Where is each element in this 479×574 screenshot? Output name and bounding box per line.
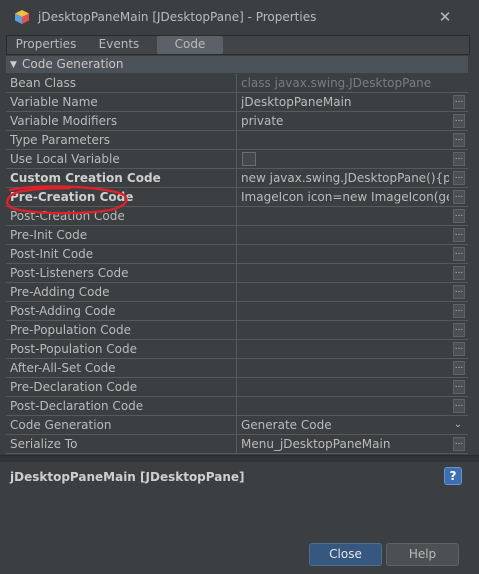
property-name: Bean Class <box>10 76 76 90</box>
column-separator <box>236 397 237 415</box>
column-separator <box>236 378 237 396</box>
property-row[interactable]: Serialize To Menu_jDesktopPaneMain... <box>6 435 468 454</box>
property-row[interactable]: Type Parameters... <box>6 131 468 150</box>
column-separator <box>236 74 237 92</box>
ellipsis-button[interactable]: ... <box>453 266 465 280</box>
property-row[interactable]: Code Generation Generate Code ⌄ <box>6 416 468 435</box>
property-row[interactable]: Use Local Variable... <box>6 150 468 169</box>
section-header-label: Code Generation <box>22 57 124 71</box>
description-title: jDesktopPaneMain [JDesktopPane] <box>10 470 245 484</box>
ellipsis-button[interactable]: ... <box>453 380 465 394</box>
title-bar: jDesktopPaneMain [JDesktopPane] - Proper… <box>0 0 479 34</box>
ellipsis-button[interactable]: ... <box>453 171 465 185</box>
property-value[interactable]: jDesktopPaneMain <box>241 93 449 111</box>
ellipsis-button[interactable]: ... <box>453 399 465 413</box>
property-row[interactable]: Post-Population Code... <box>6 340 468 359</box>
window-title: jDesktopPaneMain [JDesktopPane] - Proper… <box>38 10 317 24</box>
ellipsis-button[interactable]: ... <box>453 228 465 242</box>
ellipsis-button[interactable]: ... <box>453 304 465 318</box>
property-name: Variable Name <box>10 95 98 109</box>
property-value[interactable]: Generate Code <box>241 416 449 434</box>
property-row[interactable]: Post-Init Code... <box>6 245 468 264</box>
property-grid: Bean Class class javax.swing.JDesktopPane… <box>6 74 468 454</box>
property-row[interactable]: Pre-Population Code... <box>6 321 468 340</box>
ellipsis-button[interactable]: ... <box>453 209 465 223</box>
property-value[interactable]: Menu_jDesktopPaneMain <box>241 435 449 453</box>
help-icon[interactable]: ? <box>444 467 462 485</box>
property-name: Pre-Adding Code <box>10 285 110 299</box>
tab-bar: Properties Events Code <box>6 35 470 55</box>
ellipsis-button[interactable]: ... <box>453 152 465 166</box>
help-button[interactable]: Help <box>386 543 459 566</box>
property-name: Pre-Population Code <box>10 323 131 337</box>
property-row[interactable]: Post-Adding Code... <box>6 302 468 321</box>
property-row[interactable]: Variable Name jDesktopPaneMain... <box>6 93 468 112</box>
property-value: class javax.swing.JDesktopPane <box>241 76 432 90</box>
ellipsis-button[interactable]: ... <box>453 190 465 204</box>
property-name: After-All-Set Code <box>10 361 116 375</box>
property-name: Type Parameters <box>10 133 111 147</box>
ellipsis-button[interactable]: ... <box>453 247 465 261</box>
ellipsis-button[interactable]: ... <box>453 342 465 356</box>
property-value[interactable]: private <box>241 112 449 130</box>
close-button[interactable]: Close <box>309 543 382 566</box>
column-separator <box>236 435 237 453</box>
property-row[interactable]: Bean Class class javax.swing.JDesktopPane <box>6 74 468 93</box>
ellipsis-button[interactable]: ... <box>453 361 465 375</box>
column-separator <box>236 245 237 263</box>
tab-properties[interactable]: Properties <box>7 36 85 54</box>
column-separator <box>236 226 237 244</box>
ellipsis-button[interactable]: ... <box>453 114 465 128</box>
property-name: Code Generation <box>10 418 112 432</box>
property-value[interactable]: ImageIcon icon=new ImageIcon(getC... <box>241 188 449 206</box>
column-separator <box>236 169 237 187</box>
property-name: Use Local Variable <box>10 152 120 166</box>
column-separator <box>236 207 237 225</box>
close-icon[interactable]: ✕ <box>434 6 456 28</box>
column-separator <box>236 302 237 320</box>
property-row[interactable]: Pre-Adding Code... <box>6 283 468 302</box>
column-separator <box>236 283 237 301</box>
column-separator <box>236 93 237 111</box>
use-local-variable-checkbox[interactable] <box>242 152 256 166</box>
app-cube-icon <box>15 10 29 24</box>
panel-divider[interactable] <box>0 455 479 462</box>
column-separator <box>236 264 237 282</box>
property-name: Post-Init Code <box>10 247 94 261</box>
property-value[interactable]: new javax.swing.JDesktopPane(){publi... <box>241 169 449 187</box>
column-separator <box>236 340 237 358</box>
column-separator <box>236 150 237 168</box>
property-row[interactable]: Pre-Init Code... <box>6 226 468 245</box>
column-separator <box>236 321 237 339</box>
property-name: Post-Population Code <box>10 342 138 356</box>
tab-events[interactable]: Events <box>85 36 153 54</box>
column-separator <box>236 112 237 130</box>
section-header-code-generation[interactable]: ▼ Code Generation <box>6 56 468 74</box>
chevron-down-icon[interactable]: ⌄ <box>452 416 464 434</box>
red-circle-annotation <box>6 185 128 215</box>
tab-code[interactable]: Code <box>157 36 223 54</box>
ellipsis-button[interactable]: ... <box>453 285 465 299</box>
column-separator <box>236 131 237 149</box>
property-row[interactable]: Variable Modifiers private... <box>6 112 468 131</box>
property-name: Pre-Declaration Code <box>10 380 138 394</box>
column-separator <box>236 359 237 377</box>
property-name: Pre-Init Code <box>10 228 88 242</box>
ellipsis-button[interactable]: ... <box>453 95 465 109</box>
property-row[interactable]: Pre-Declaration Code... <box>6 378 468 397</box>
ellipsis-button[interactable]: ... <box>453 437 465 451</box>
ellipsis-button[interactable]: ... <box>453 133 465 147</box>
property-name: Post-Declaration Code <box>10 399 144 413</box>
property-name: Post-Listeners Code <box>10 266 129 280</box>
property-name: Variable Modifiers <box>10 114 118 128</box>
column-separator <box>236 188 237 206</box>
chevron-down-icon: ▼ <box>10 60 17 70</box>
property-row[interactable]: Post-Listeners Code... <box>6 264 468 283</box>
property-row[interactable]: After-All-Set Code... <box>6 359 468 378</box>
ellipsis-button[interactable]: ... <box>453 323 465 337</box>
property-name: Serialize To <box>10 437 78 451</box>
property-row[interactable]: Post-Declaration Code... <box>6 397 468 416</box>
property-name: Post-Adding Code <box>10 304 116 318</box>
column-separator <box>236 416 237 434</box>
